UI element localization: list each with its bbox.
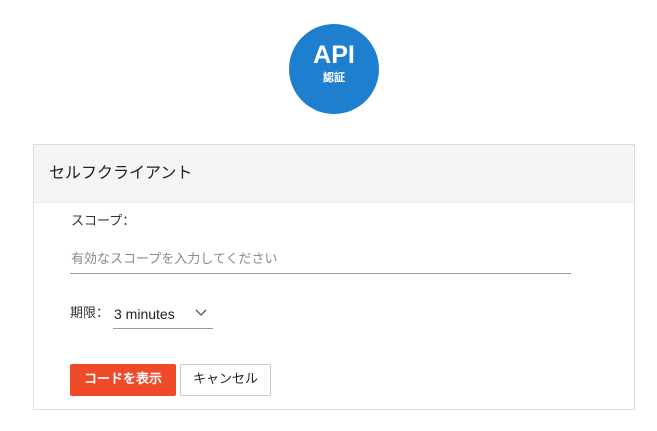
panel-title: セルフクライアント [49, 163, 193, 182]
api-auth-logo: API 認証 [289, 24, 379, 114]
panel-header: セルフクライアント [34, 145, 634, 203]
scope-label: スコープ： [71, 214, 136, 229]
expiry-label: 期限： [70, 306, 110, 321]
logo-subtitle: 認証 [323, 71, 345, 84]
expiry-select[interactable]: 3 minutes [113, 302, 213, 329]
chevron-down-icon [195, 309, 207, 316]
logo-title: API [313, 41, 355, 69]
show-code-button[interactable]: コードを表示 [70, 364, 176, 396]
cancel-button[interactable]: キャンセル [180, 364, 271, 396]
expiry-selected-value: 3 minutes [114, 306, 175, 322]
scope-input[interactable] [70, 245, 571, 274]
self-client-panel: セルフクライアント スコープ： 期限： 3 minutes コードを表示 キャン… [33, 144, 635, 410]
